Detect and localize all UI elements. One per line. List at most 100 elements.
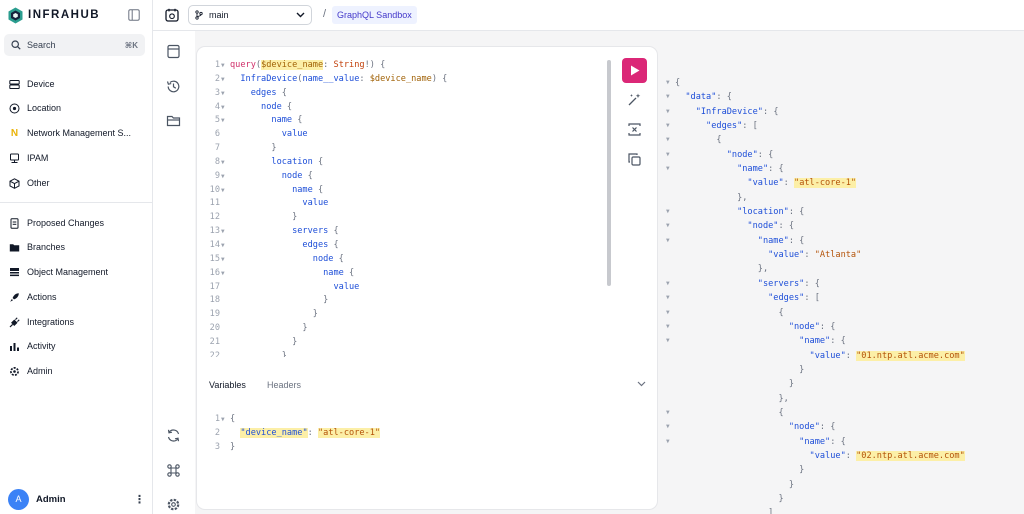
document-icon xyxy=(9,217,20,229)
line-number: 18 xyxy=(209,295,220,306)
settings-gear-icon[interactable] xyxy=(166,497,181,512)
fold-arrow-icon[interactable]: ▼ xyxy=(221,239,225,253)
sidebar-item-location[interactable]: Location xyxy=(9,99,145,117)
code-token: query xyxy=(230,60,256,70)
brand[interactable]: INFRAHUB xyxy=(8,5,100,25)
fold-arrow-icon[interactable]: ▼ xyxy=(221,413,225,427)
code-line-content: "name": { xyxy=(675,435,846,449)
sidebar-item-label: Branches xyxy=(27,242,66,252)
result-line: ▼ "node": { xyxy=(660,420,1024,434)
fold-arrow-icon[interactable]: ▼ xyxy=(221,170,225,184)
sidebar-item-device[interactable]: Device xyxy=(9,75,145,93)
fold-arrow-icon[interactable]: ▼ xyxy=(221,184,225,198)
code-token: { xyxy=(675,135,722,146)
code-token: { xyxy=(230,414,236,424)
fold-arrow-icon[interactable]: ▼ xyxy=(666,76,670,90)
refetch-schema-icon[interactable] xyxy=(166,428,181,443)
fold-arrow-icon[interactable]: ▼ xyxy=(666,435,670,449)
fold-arrow-icon[interactable]: ▼ xyxy=(221,114,225,128)
fold-arrow-icon[interactable]: ▼ xyxy=(666,133,670,147)
query-editor[interactable]: 1 ▼ query($device_name: String!) {2 ▼ Infra… xyxy=(197,59,607,357)
tab-headers[interactable]: Headers xyxy=(267,380,301,390)
kebab-menu-icon[interactable]: ⋮ xyxy=(134,493,145,506)
code-line-content: node { xyxy=(230,253,344,267)
fold-arrow-icon[interactable]: ▼ xyxy=(666,334,670,348)
fold-arrow-icon[interactable]: ▼ xyxy=(666,320,670,334)
sidebar-item-branches[interactable]: Branches xyxy=(9,238,145,256)
fold-arrow-icon[interactable]: ▼ xyxy=(221,267,225,281)
fold-arrow-icon[interactable]: ▼ xyxy=(221,156,225,170)
code-token: : { xyxy=(716,92,732,103)
code-token: !) { xyxy=(364,60,386,70)
fold-arrow-icon[interactable]: ▼ xyxy=(666,90,670,104)
docs-icon[interactable] xyxy=(166,44,181,59)
sidebar-item-object-management[interactable]: Object Management xyxy=(9,263,145,281)
result-line: ▼ "edges": [ xyxy=(660,291,1024,305)
result-line: ▼ { xyxy=(660,406,1024,420)
line-number: 10 xyxy=(209,184,220,195)
sidebar-item-network-management[interactable]: N Network Management S... xyxy=(9,124,145,142)
code-line: 2 "device_name": "atl-core-1" xyxy=(197,427,657,441)
fold-arrow-icon[interactable]: ▼ xyxy=(221,101,225,115)
sidebar-item-admin[interactable]: Admin xyxy=(9,362,145,380)
fold-arrow-icon[interactable]: ▼ xyxy=(666,148,670,162)
sidebar-item-integrations[interactable]: Integrations xyxy=(9,313,145,331)
sidebar-item-actions[interactable]: Actions xyxy=(9,288,145,306)
code-token: "edges" xyxy=(675,121,743,132)
merge-fragments-icon[interactable] xyxy=(627,122,642,137)
sidebar-item-label: Activity xyxy=(27,341,56,351)
code-token: { xyxy=(328,226,339,237)
fold-arrow-icon[interactable]: ▼ xyxy=(666,406,670,420)
history-icon[interactable] xyxy=(166,79,181,94)
sidebar-item-ipam[interactable]: IPAM xyxy=(9,149,145,167)
code-token: } xyxy=(230,212,298,223)
copy-query-icon[interactable] xyxy=(627,152,642,167)
command-key-icon[interactable] xyxy=(166,463,181,478)
fold-arrow-icon[interactable]: ▼ xyxy=(666,306,670,320)
branch-schedule-icon[interactable] xyxy=(165,8,179,22)
fold-arrow-icon[interactable]: ▼ xyxy=(666,119,670,133)
fold-arrow-icon[interactable]: ▼ xyxy=(666,277,670,291)
cube-icon xyxy=(9,177,20,189)
sidebar-item-activity[interactable]: Activity xyxy=(9,337,145,355)
fold-arrow-icon[interactable]: ▼ xyxy=(666,105,670,119)
sidebar-item-label: Actions xyxy=(27,292,57,302)
fold-arrow-icon[interactable]: ▼ xyxy=(221,87,225,101)
code-line: 4 ▼ node { xyxy=(197,101,607,115)
fold-arrow-icon[interactable]: ▼ xyxy=(666,219,670,233)
fold-arrow-icon[interactable]: ▼ xyxy=(221,225,225,239)
variables-editor[interactable]: 1 ▼{2 "device_name": "atl-core-1" 3} xyxy=(197,413,657,455)
fold-arrow-icon[interactable]: ▼ xyxy=(221,253,225,267)
code-line-content: } xyxy=(230,322,307,336)
prettify-icon[interactable] xyxy=(627,92,642,107)
search-icon xyxy=(11,40,21,50)
code-line-content: "servers": { xyxy=(675,277,820,291)
chevron-down-icon[interactable] xyxy=(637,381,646,387)
search-button[interactable]: Search ⌘K xyxy=(4,34,145,56)
code-line-content: "node": { xyxy=(675,320,836,334)
fold-arrow-icon[interactable]: ▼ xyxy=(221,73,225,87)
fold-arrow-icon[interactable]: ▼ xyxy=(666,291,670,305)
code-token: node xyxy=(230,170,303,181)
explorer-folder-icon[interactable] xyxy=(166,113,181,128)
code-token: "InfraDevice" xyxy=(675,106,763,117)
fold-arrow-icon[interactable]: ▼ xyxy=(666,420,670,434)
branch-selector[interactable]: main xyxy=(188,5,312,25)
code-token: } xyxy=(675,493,784,504)
sidebar-item-proposed-changes[interactable]: Proposed Changes xyxy=(9,214,145,232)
sidebar-item-other[interactable]: Other xyxy=(9,174,145,192)
result-line: ▼ "node": { xyxy=(660,219,1024,233)
code-line: 15 ▼ node { xyxy=(197,253,607,267)
user-menu[interactable]: A Admin ⋮ xyxy=(8,488,145,510)
sidebar-collapse-icon[interactable] xyxy=(128,9,140,21)
code-token: "node" xyxy=(675,422,820,433)
fold-arrow-icon[interactable]: ▼ xyxy=(666,205,670,219)
editor-scrollbar[interactable] xyxy=(607,60,611,286)
fold-arrow-icon[interactable]: ▼ xyxy=(221,59,225,73)
breadcrumb-current[interactable]: GraphQL Sandbox xyxy=(332,6,417,24)
fold-arrow-icon[interactable]: ▼ xyxy=(666,162,670,176)
tab-variables[interactable]: Variables xyxy=(209,380,246,390)
code-line-content: { xyxy=(675,76,680,90)
run-query-button[interactable] xyxy=(622,58,647,83)
fold-arrow-icon[interactable]: ▼ xyxy=(666,234,670,248)
